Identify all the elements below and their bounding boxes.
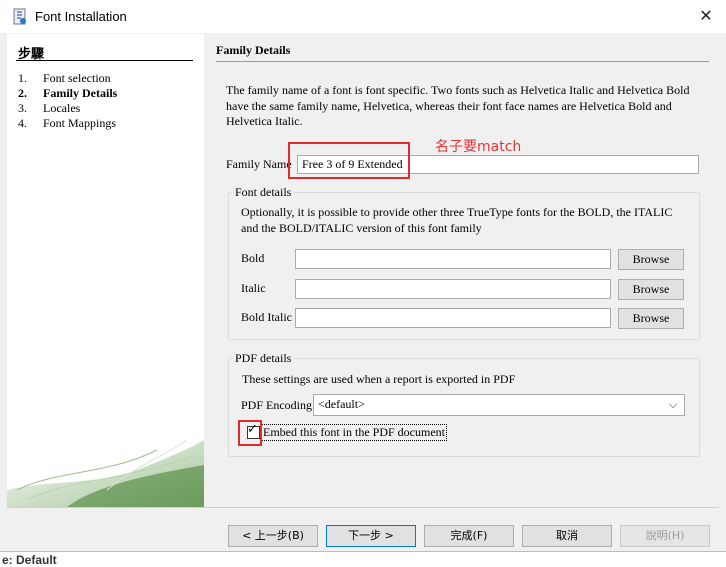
italic-label: Italic — [241, 281, 266, 295]
font-details-description: Optionally, it is possible to provide ot… — [241, 205, 673, 235]
back-button[interactable]: < 上一步(B) — [228, 525, 318, 547]
family-description: The family name of a font is font specif… — [226, 83, 690, 128]
step-number: 1. — [18, 71, 27, 85]
pdf-encoding-label: PDF Encoding — [241, 398, 313, 412]
background-window-text: e: Default — [2, 553, 57, 567]
pdf-details-title: PDF details — [233, 351, 294, 366]
step-number: 2. — [18, 86, 27, 100]
footer-divider — [7, 507, 719, 508]
next-button[interactable]: 下一步 > — [326, 525, 416, 547]
app-icon — [12, 8, 28, 26]
window-title: Font Installation — [35, 9, 127, 24]
pdf-encoding-select[interactable]: <default> — [313, 394, 685, 416]
help-button: 說明(H) — [620, 525, 710, 547]
page-title: Family Details — [216, 43, 291, 57]
bold-italic-font-input[interactable] — [295, 308, 611, 328]
bold-italic-label: Bold Italic — [241, 310, 292, 324]
cancel-button[interactable]: 取消 — [522, 525, 612, 547]
italic-font-input[interactable] — [295, 279, 611, 299]
bold-label: Bold — [241, 251, 265, 265]
title-divider — [216, 61, 709, 62]
step-label: Font Mappings — [43, 116, 117, 130]
step-number: 4. — [18, 116, 27, 130]
step-number: 3. — [18, 101, 27, 115]
steps-divider — [16, 60, 193, 61]
window-border-right — [719, 33, 726, 564]
chevron-down-icon[interactable]: ⌵ — [665, 396, 681, 414]
step-label: Font selection — [43, 71, 111, 85]
italic-browse-button[interactable]: Browse — [618, 279, 684, 300]
finish-button[interactable]: 完成(F) — [424, 525, 514, 547]
bold-italic-browse-button[interactable]: Browse — [618, 308, 684, 329]
annotation-highlight-embed-checkbox — [238, 420, 262, 446]
annotation-note: 名子要match — [435, 139, 522, 155]
pdf-details-description: These settings are used when a report is… — [242, 372, 516, 386]
background-window-strip — [0, 551, 726, 565]
step-label: Locales — [43, 101, 81, 115]
font-details-title: Font details — [233, 185, 294, 200]
bold-font-input[interactable] — [295, 249, 611, 269]
bold-browse-button[interactable]: Browse — [618, 249, 684, 270]
step-label: Family Details — [43, 86, 118, 100]
close-icon[interactable]: ✕ — [694, 4, 718, 28]
annotation-highlight-family-name — [288, 142, 410, 179]
family-name-label: Family Name — [226, 157, 292, 171]
embed-font-label[interactable]: Embed this font in the PDF document — [261, 424, 447, 441]
decorative-swirl-graphic — [7, 430, 204, 507]
